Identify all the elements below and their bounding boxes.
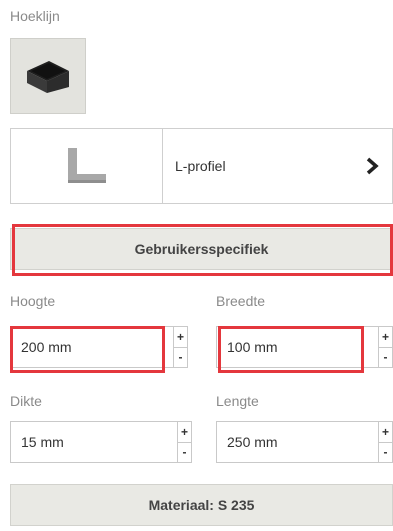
section-title: Hoeklijn	[10, 8, 60, 24]
width-input[interactable]: 100 mm	[217, 339, 378, 355]
width-decrement-button[interactable]: -	[379, 346, 392, 368]
height-increment-button[interactable]: +	[174, 327, 187, 347]
height-label: Hoogte	[10, 293, 56, 309]
width-increment-button[interactable]: +	[379, 327, 392, 347]
profile-next-button[interactable]	[352, 129, 392, 203]
length-decrement-button[interactable]: -	[379, 441, 392, 463]
length-field[interactable]: 250 mm + -	[216, 421, 393, 463]
thickness-input[interactable]: 15 mm	[11, 434, 177, 450]
width-field[interactable]: 100 mm + -	[216, 326, 393, 368]
length-label: Lengte	[216, 393, 259, 409]
height-input[interactable]: 200 mm	[11, 339, 173, 355]
profile-selector[interactable]: L-profiel	[10, 128, 393, 204]
angle-profile-icon	[27, 61, 69, 93]
l-profile-thumbnail	[11, 129, 163, 203]
user-specific-button[interactable]: Gebruikersspecifiek	[10, 228, 393, 270]
width-label: Breedte	[216, 293, 266, 309]
thickness-increment-button[interactable]: +	[178, 422, 191, 442]
width-stepper[interactable]: + -	[378, 327, 392, 367]
height-stepper[interactable]: + -	[173, 327, 187, 367]
angle-profile-tile[interactable]	[10, 38, 86, 114]
thickness-label: Dikte	[10, 393, 42, 409]
thickness-field[interactable]: 15 mm + -	[10, 421, 192, 463]
profile-name: L-profiel	[175, 158, 226, 174]
thickness-decrement-button[interactable]: -	[178, 441, 191, 463]
length-increment-button[interactable]: +	[379, 422, 392, 442]
thickness-stepper[interactable]: + -	[177, 422, 191, 462]
chevron-right-icon	[366, 157, 379, 175]
material-button[interactable]: Materiaal: S 235	[10, 484, 393, 526]
length-input[interactable]: 250 mm	[217, 434, 378, 450]
height-field[interactable]: 200 mm + -	[10, 326, 188, 368]
height-decrement-button[interactable]: -	[174, 346, 187, 368]
l-profile-icon	[67, 148, 106, 183]
length-stepper[interactable]: + -	[378, 422, 392, 462]
profile-configurator: Hoeklijn L-profiel Gebruikersspecifiek H…	[0, 0, 393, 531]
